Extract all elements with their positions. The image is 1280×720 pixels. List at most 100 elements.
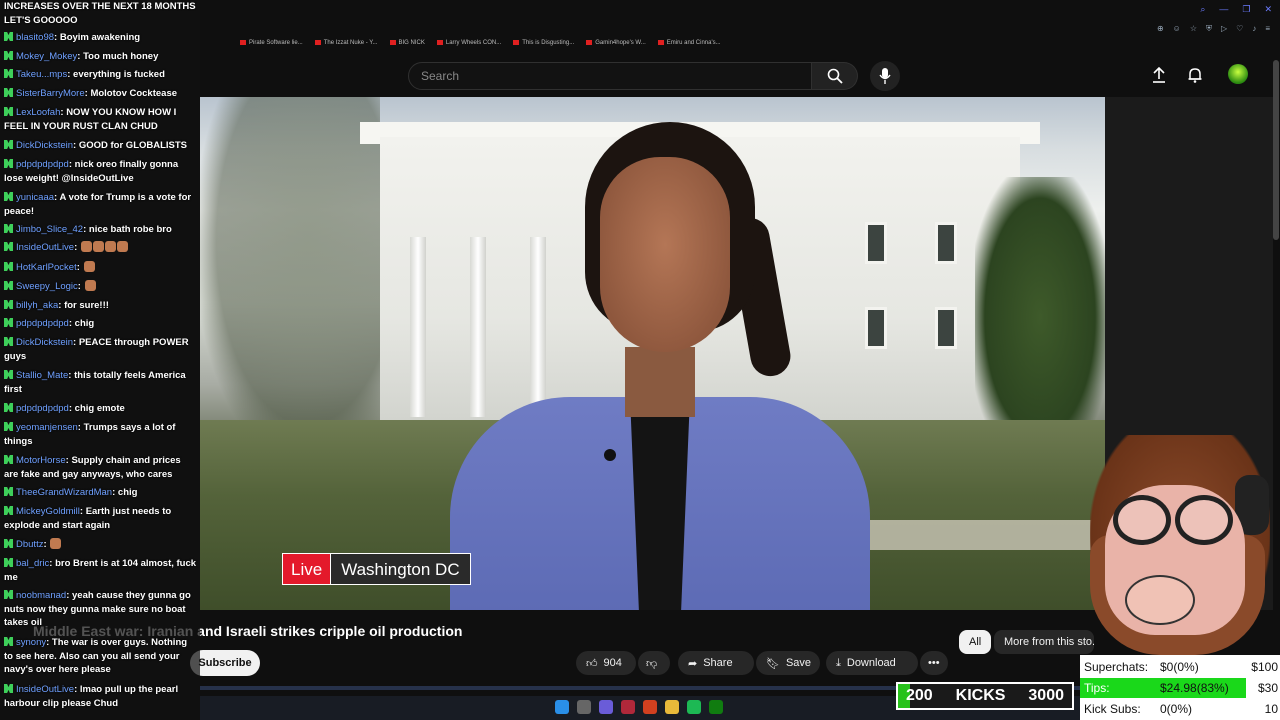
chat-username[interactable]: MotorHorse <box>16 455 66 466</box>
xbox-icon[interactable] <box>709 700 723 714</box>
heart-icon[interactable]: ♡ <box>1236 24 1243 34</box>
chat-username[interactable]: bal_dric <box>16 558 49 569</box>
search-button[interactable] <box>812 62 858 90</box>
zoom-icon[interactable]: ⊕ <box>1157 24 1164 34</box>
chat-username[interactable]: Mokey_Mokey <box>16 51 77 62</box>
bookmark-item[interactable]: Larry Wheels CON... <box>437 40 501 46</box>
chat-username[interactable]: pdpdpdpdpd <box>16 159 69 170</box>
bookmark-item[interactable]: Pirate Software lie... <box>240 40 303 46</box>
chat-username[interactable]: MickeyGoldmill <box>16 506 80 517</box>
share-icon: ➦ <box>688 657 698 670</box>
like-button[interactable]: 👍︎ 904 <box>576 651 636 675</box>
kicks-label: KICKS <box>955 687 1006 704</box>
pig-snout <box>1125 575 1195 625</box>
bookmark-item[interactable]: The Izzat Nuke - Y... <box>315 40 378 46</box>
bookmark-item[interactable]: Gamin4hope's W... <box>586 40 646 46</box>
bookmarks-bar: Pirate Software lie... The Izzat Nuke - Y… <box>240 40 721 46</box>
chat-username[interactable]: DickDickstein <box>16 337 73 348</box>
search-input[interactable]: Search <box>408 62 812 90</box>
bookmark-item[interactable]: Emiru and Cinna's... <box>658 40 721 46</box>
live-label: Live <box>283 554 331 584</box>
close-icon[interactable]: ✕ <box>1264 4 1272 15</box>
chat-username[interactable]: HotKarlPocket <box>16 262 77 273</box>
chat-username[interactable]: billyh_aka <box>16 300 58 311</box>
folder-icon[interactable] <box>665 700 679 714</box>
chat-username[interactable]: InsideOutLive <box>16 684 74 695</box>
thumbs-up-icon: 👍︎ <box>586 657 598 670</box>
chat-username[interactable]: SisterBarryMore <box>16 88 85 99</box>
chat-text: GOOD for GLOBALISTS <box>78 140 188 151</box>
chat-message: bal_dric: bro Brent is at 104 almost, fu… <box>4 558 197 583</box>
voice-search-button[interactable] <box>870 61 900 91</box>
subscribe-button[interactable]: Subscribe <box>190 650 260 676</box>
microphone-icon <box>879 68 891 84</box>
window <box>935 222 957 264</box>
tree <box>975 177 1105 457</box>
chat-top-text: INCREASES OVER THE NEXT 18 MONTHS LET'S … <box>4 1 196 26</box>
extension-icon[interactable]: ☺ <box>1173 24 1181 34</box>
search-icon[interactable]: ⌕ <box>1200 4 1205 15</box>
chat-username[interactable]: yeomanjensen <box>16 422 78 433</box>
chat-username[interactable]: pdpdpdpdpd <box>16 318 69 329</box>
chat-badge-icon <box>4 590 13 599</box>
column <box>530 237 546 417</box>
glass <box>1113 495 1171 545</box>
chat-badge-icon <box>4 242 13 251</box>
chat-username[interactable]: TheeGrandWizardMan <box>16 487 112 498</box>
download-button[interactable]: ⤓ Download <box>826 651 918 675</box>
bookmark-star-icon[interactable]: ☆ <box>1190 24 1197 34</box>
chat-username[interactable]: Dbuttz <box>16 539 43 550</box>
bookmark-item[interactable]: This is Disgusting... <box>513 40 574 46</box>
goal-value: 0(0%) <box>1160 702 1193 716</box>
chat-username[interactable]: yunicaaa <box>16 192 54 203</box>
search-icon[interactable] <box>577 700 591 714</box>
chat-username[interactable]: pdpdpdpdpd <box>16 403 69 414</box>
play-icon[interactable]: ▷ <box>1221 24 1227 34</box>
browser-icon[interactable] <box>643 700 657 714</box>
chat-username[interactable]: synony <box>16 637 46 648</box>
more-actions-button[interactable]: ••• <box>920 651 948 675</box>
minimize-icon[interactable]: — <box>1219 4 1228 15</box>
upload-button[interactable] <box>1150 66 1168 84</box>
audio-icon[interactable]: ♪ <box>1252 24 1256 34</box>
chat-message: DickDickstein: PEACE through POWER guys <box>4 337 189 362</box>
chat-username[interactable]: Takeu...mps <box>16 69 67 80</box>
chat-username[interactable]: Sweepy_Logic <box>16 281 78 292</box>
share-button[interactable]: ➦ Share <box>678 651 754 675</box>
goal-row: Tips: $24.98(83%) $30 <box>1080 678 1280 698</box>
avatar[interactable] <box>1228 64 1248 84</box>
chat-username[interactable]: noobmanad <box>16 590 66 601</box>
chat-username[interactable]: Jimbo_Slice_42 <box>16 224 83 235</box>
shield-icon[interactable]: ⛨ <box>1206 24 1212 34</box>
emote-icon <box>92 241 104 252</box>
location-label: Washington DC <box>330 554 470 584</box>
restore-icon[interactable]: ❐ <box>1242 4 1250 15</box>
chat-badge-icon <box>4 262 13 271</box>
chat-username[interactable]: blasito98 <box>16 32 54 43</box>
goal-target: $30 <box>1257 681 1278 695</box>
emote-icon <box>104 241 116 252</box>
chip-all[interactable]: All <box>959 630 992 654</box>
spotify-icon[interactable] <box>687 700 701 714</box>
chat-username[interactable]: LexLoofah <box>16 107 60 118</box>
app-icon[interactable] <box>621 700 635 714</box>
chat-username[interactable]: DickDickstein <box>16 140 73 151</box>
notifications-button[interactable] <box>1186 66 1204 84</box>
menu-icon[interactable]: ≡ <box>1265 24 1270 34</box>
windows-start-icon[interactable] <box>555 700 569 714</box>
chat-message: Dbuttz: <box>4 538 197 552</box>
bookmark-item[interactable]: BIG NICK <box>390 40 425 46</box>
chat-message: MickeyGoldmill: Earth just needs to expl… <box>4 506 172 531</box>
browser-chrome <box>200 0 1280 56</box>
discord-icon[interactable] <box>599 700 613 714</box>
scrollbar[interactable] <box>1273 60 1279 240</box>
dislike-button[interactable]: 👎︎ <box>638 651 670 675</box>
screen: ⌕ — ❐ ✕ ⊕ ☺ ☆ ⛨ ▷ ♡ ♪ ≡ Pirate Software … <box>0 0 1280 720</box>
chat-username[interactable]: InsideOutLive <box>16 242 74 253</box>
chat-username[interactable]: Stallio_Mate <box>16 370 68 381</box>
chat-message: billyh_aka: for sure!!! <box>4 299 197 313</box>
save-button[interactable]: 🔖︎ Save <box>756 651 820 675</box>
video-player[interactable] <box>200 97 1105 610</box>
kicks-current: 200 <box>906 687 933 704</box>
chat-message: pdpdpdpdpd: chig <box>4 317 197 331</box>
